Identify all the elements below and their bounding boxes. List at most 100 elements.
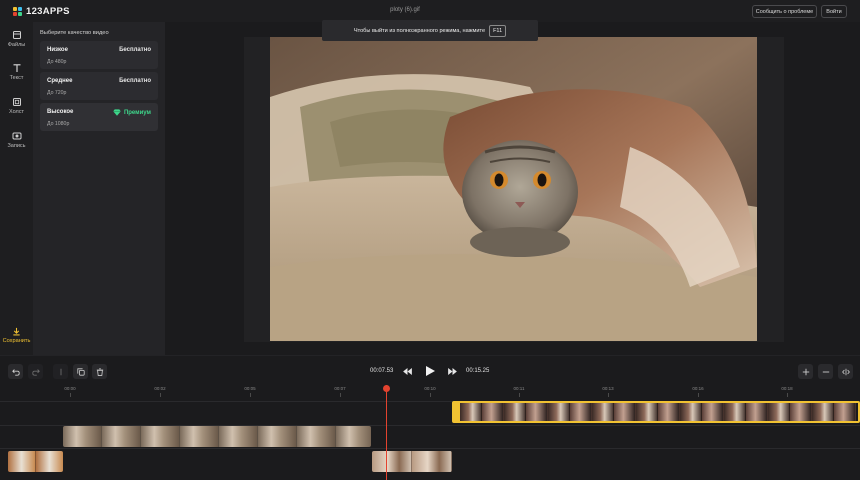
- quality-panel-title: Выберите качество видео: [40, 30, 109, 36]
- timeline-ruler[interactable]: 00:00 00:02 00:05 00:07 00:10 00:11 00:13 00:16…: [0, 385, 860, 397]
- minus-icon: [822, 371, 829, 372]
- playhead[interactable]: [386, 385, 387, 480]
- quality-price-premium: Премиум: [113, 109, 151, 116]
- undo-icon: [11, 368, 20, 376]
- clip-thumbnail: [412, 451, 452, 472]
- ruler-tick: [608, 393, 609, 397]
- fullscreen-hint-text: Чтобы выйти из полноэкранного режима, на…: [353, 27, 486, 34]
- quality-panel: Выберите качество видео Низкое До 480p Б…: [33, 22, 165, 355]
- quality-name: Высокое: [47, 109, 74, 115]
- clip-thumbnail: [63, 426, 102, 447]
- file-title: ploty (6).gif: [390, 7, 420, 13]
- record-icon: [12, 132, 21, 140]
- login-button[interactable]: Войти: [821, 5, 847, 18]
- clip-thumbnail: [141, 426, 180, 447]
- quality-name: Среднее: [47, 78, 73, 84]
- sidebar-item-record[interactable]: Запись: [0, 131, 33, 149]
- clip-thumbnail: [812, 403, 834, 421]
- canvas-icon: [12, 98, 21, 106]
- gif-clip-selected[interactable]: [452, 401, 860, 423]
- fit-width-icon: [841, 368, 850, 375]
- trash-icon: [96, 367, 103, 376]
- quality-resolution: До 480p: [47, 59, 67, 65]
- rewind-icon[interactable]: [403, 368, 412, 375]
- clip-thumbnail: [460, 403, 482, 421]
- quality-option-high[interactable]: Высокое До 1080p Премиум: [40, 103, 158, 131]
- clip-thumbnail: [102, 426, 141, 447]
- download-icon: [13, 327, 20, 336]
- ruler-tick: [250, 393, 251, 397]
- clip-thumbnail: [36, 451, 63, 472]
- clip-thumbnail: [834, 403, 856, 421]
- ruler-tick-label: 00:16: [692, 386, 704, 391]
- current-time: 00:07.53: [370, 368, 394, 374]
- sidebar-item-text[interactable]: Текст: [0, 63, 33, 81]
- total-time: 00:15.25: [466, 368, 490, 374]
- undo-button[interactable]: [8, 364, 23, 379]
- clip-thumbnail: [636, 403, 658, 421]
- delete-button[interactable]: [92, 364, 107, 379]
- clip-thumbnail: [570, 403, 592, 421]
- clip-thumbnail: [680, 403, 702, 421]
- sidebar-item-label: Запись: [7, 143, 26, 149]
- duplicate-button[interactable]: [73, 364, 88, 379]
- preview-image[interactable]: [270, 37, 757, 341]
- quality-price: Бесплатно: [119, 47, 151, 53]
- quality-option-medium[interactable]: Среднее До 720p Бесплатно: [40, 72, 158, 100]
- ruler-tick: [340, 393, 341, 397]
- ruler-tick-label: 00:05: [244, 386, 256, 391]
- cats-group-clip[interactable]: [372, 451, 452, 472]
- clip-thumbnail: [614, 403, 636, 421]
- sidebar: Файлы Текст Холст Запись Сохранить: [0, 22, 33, 355]
- quality-resolution: До 1080p: [47, 121, 70, 127]
- play-icon[interactable]: [426, 366, 435, 376]
- sidebar-item-label: Холст: [8, 109, 25, 115]
- quality-name: Низкое: [47, 47, 68, 53]
- clip-thumbnail: [658, 403, 680, 421]
- ruler-tick: [787, 393, 788, 397]
- diamond-icon: [113, 109, 121, 116]
- clip-thumbnail: [180, 426, 219, 447]
- sidebar-item-files[interactable]: Файлы: [0, 30, 33, 48]
- cat-clip[interactable]: [63, 426, 371, 447]
- split-button[interactable]: [53, 364, 68, 379]
- ruler-tick: [160, 393, 161, 397]
- clip-thumbnail: [504, 403, 526, 421]
- sidebar-item-label: Текст: [9, 75, 24, 81]
- clip-thumbnail: [702, 403, 724, 421]
- zoom-in-button[interactable]: [798, 364, 813, 379]
- fast-forward-icon[interactable]: [448, 368, 457, 375]
- playhead-handle[interactable]: [383, 385, 390, 392]
- clip-thumbnail: [297, 426, 336, 447]
- clip-thumbnail: [258, 426, 297, 447]
- clip-thumbnail: [219, 426, 258, 447]
- player-toolbar: 00:07.53 00:15.25: [0, 355, 860, 385]
- ruler-tick-label: 00:02: [154, 386, 166, 391]
- app-window: 123APPS ploty (6).gif Сообщить о проблем…: [0, 0, 860, 480]
- track-divider: [0, 448, 860, 449]
- clip-thumbnail: [790, 403, 812, 421]
- sidebar-item-canvas[interactable]: Холст: [0, 97, 33, 115]
- ruler-tick: [519, 393, 520, 397]
- zoom-out-button[interactable]: [818, 364, 833, 379]
- save-button[interactable]: Сохранить: [0, 327, 33, 344]
- copy-icon: [76, 367, 85, 376]
- ruler-tick-label: 00:13: [602, 386, 614, 391]
- timeline[interactable]: 00:00 00:02 00:05 00:07 00:10 00:11 00:13 00:16…: [0, 385, 860, 480]
- redo-icon: [31, 368, 40, 376]
- fit-timeline-button[interactable]: [838, 364, 853, 379]
- split-icon: [60, 368, 61, 375]
- clip-thumbnail: [482, 403, 504, 421]
- save-label: Сохранить: [2, 338, 31, 344]
- clip-thumbnail: [548, 403, 570, 421]
- quality-option-low[interactable]: Низкое До 480p Бесплатно: [40, 41, 158, 69]
- premium-label: Премиум: [123, 109, 151, 116]
- clip-thumbnail: [768, 403, 790, 421]
- redo-button[interactable]: [28, 364, 43, 379]
- kitten-clip[interactable]: [8, 451, 63, 472]
- quality-price: Бесплатно: [119, 78, 151, 84]
- ruler-tick: [70, 393, 71, 397]
- clip-thumbnail: [746, 403, 768, 421]
- clip-thumbnail: [724, 403, 746, 421]
- report-problem-button[interactable]: Сообщить о проблеме: [752, 5, 817, 18]
